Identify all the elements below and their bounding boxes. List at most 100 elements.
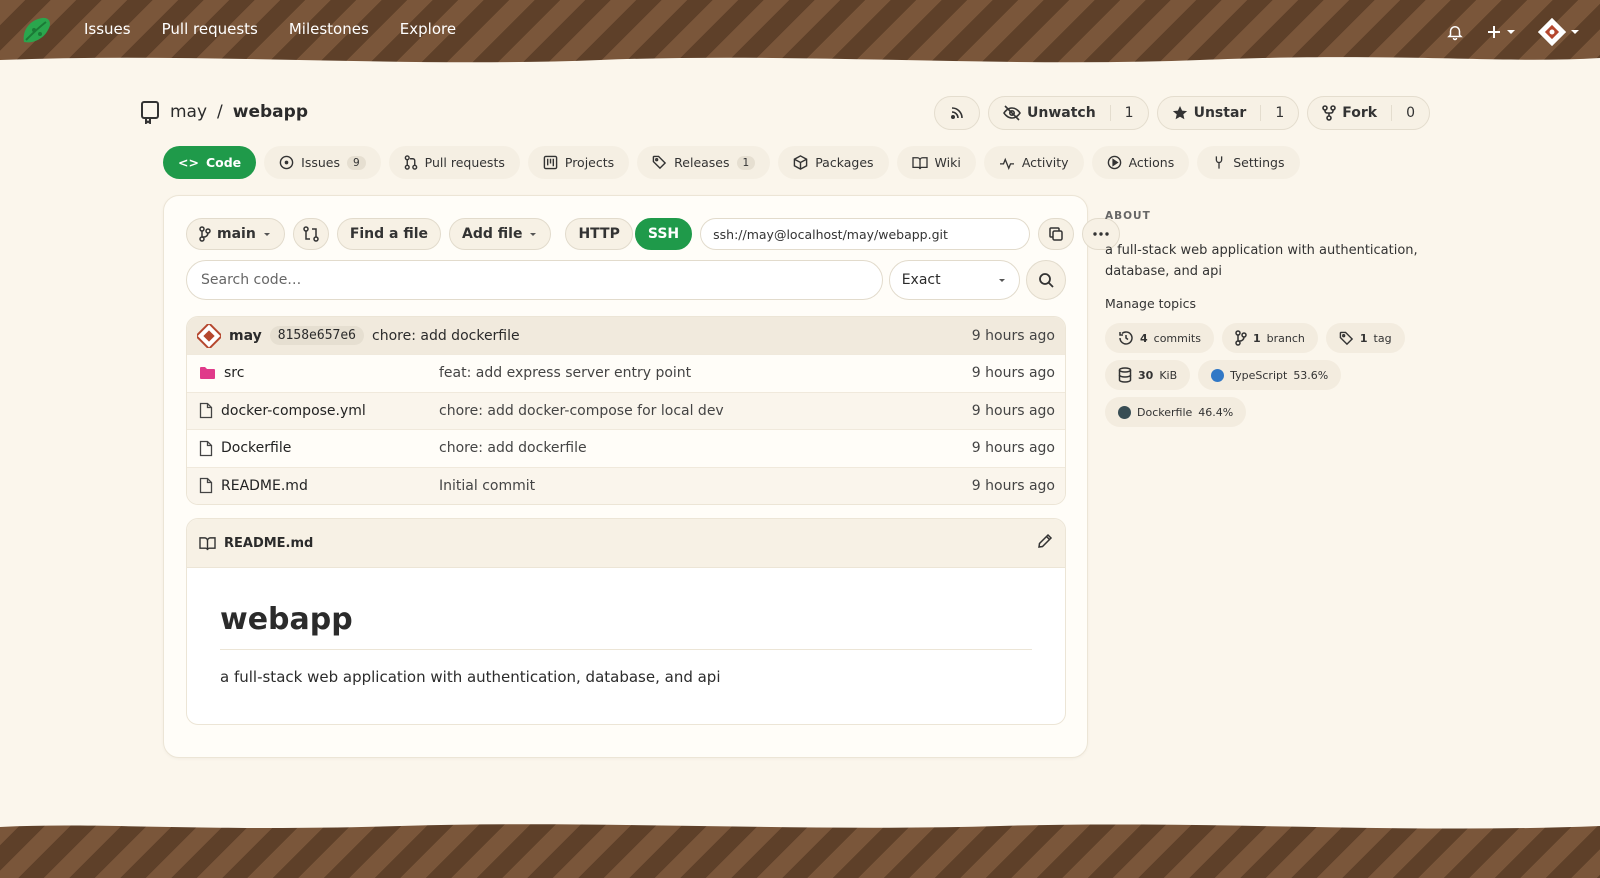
find-file-button[interactable]: Find a file xyxy=(336,218,442,250)
tab-settings[interactable]: Settings xyxy=(1197,146,1300,179)
file-row[interactable]: src feat: add express server entry point… xyxy=(187,354,1065,392)
unstar-button[interactable]: Unstar xyxy=(1158,97,1261,129)
unwatch-button[interactable]: Unwatch xyxy=(989,97,1110,129)
commit-author[interactable]: may xyxy=(229,328,262,344)
edit-readme-button[interactable] xyxy=(1037,533,1053,553)
footer-wave xyxy=(0,818,1600,829)
branch-selector[interactable]: main xyxy=(186,218,285,250)
repo-name-link[interactable]: webapp xyxy=(233,102,308,122)
create-new-menu[interactable] xyxy=(1486,24,1516,40)
file-name[interactable]: src xyxy=(224,365,244,381)
tab-activity[interactable]: Activity xyxy=(983,146,1084,179)
fork-count[interactable]: 0 xyxy=(1391,105,1429,121)
tab-projects-label: Projects xyxy=(564,155,615,170)
branch-icon xyxy=(199,226,211,242)
compare-button[interactable] xyxy=(292,218,329,250)
pull-request-icon xyxy=(404,155,417,170)
pencil-icon xyxy=(1038,533,1053,548)
branch-name: main xyxy=(217,226,256,242)
tab-settings-label: Settings xyxy=(1233,155,1285,170)
size-stat: 30 KiB xyxy=(1105,360,1191,390)
nav-issues[interactable]: Issues xyxy=(84,20,131,38)
size-unit: KiB xyxy=(1159,368,1178,382)
manage-topics-link[interactable]: Manage topics xyxy=(1105,296,1425,311)
repo-icon xyxy=(141,101,159,124)
rss-button[interactable] xyxy=(933,96,980,130)
nav-explore[interactable]: Explore xyxy=(400,20,456,38)
copy-url-button[interactable] xyxy=(1038,218,1075,250)
search-button[interactable] xyxy=(1026,260,1066,300)
file-commit-message[interactable]: Initial commit xyxy=(439,478,972,494)
language-dockerfile[interactable]: Dockerfile 46.4% xyxy=(1105,397,1247,427)
search-mode-select[interactable]: Exact xyxy=(888,260,1021,300)
clone-http-button[interactable]: HTTP xyxy=(565,218,633,250)
readme-filename[interactable]: README.md xyxy=(224,536,313,551)
code-icon: <> xyxy=(178,155,199,170)
fork-button[interactable]: Fork xyxy=(1308,97,1391,129)
book-icon xyxy=(199,536,216,550)
tab-issues[interactable]: Issues 9 xyxy=(264,146,381,179)
language-color-dot xyxy=(1211,368,1225,382)
star-count[interactable]: 1 xyxy=(1260,105,1298,121)
add-file-button[interactable]: Add file xyxy=(449,218,552,250)
commit-message[interactable]: chore: add dockerfile xyxy=(372,328,520,344)
nav-milestones[interactable]: Milestones xyxy=(289,20,369,38)
file-row[interactable]: Dockerfile chore: add dockerfile 9 hours… xyxy=(187,429,1065,467)
compare-icon xyxy=(303,226,319,242)
code-search-input[interactable]: Search code… xyxy=(186,260,883,300)
tab-wiki[interactable]: Wiki xyxy=(896,146,976,179)
repo-stats: 4 commits 1 branch 1 tag 30 KiB TypeScri… xyxy=(1105,323,1425,427)
file-commit-message[interactable]: chore: add docker-compose for local dev xyxy=(439,403,972,419)
tags-stat[interactable]: 1 tag xyxy=(1325,323,1405,353)
watch-count[interactable]: 1 xyxy=(1109,105,1148,121)
notifications-bell-icon[interactable] xyxy=(1446,23,1464,41)
tab-code[interactable]: <> Code xyxy=(163,146,257,179)
file-commit-message[interactable]: chore: add dockerfile xyxy=(439,440,972,456)
commit-sha[interactable]: 8158e657e6 xyxy=(269,326,365,345)
file-icon xyxy=(199,478,213,494)
file-row[interactable]: docker-compose.yml chore: add docker-com… xyxy=(187,391,1065,429)
user-avatar-menu[interactable] xyxy=(1538,18,1580,46)
avatar[interactable] xyxy=(197,323,221,348)
tab-releases[interactable]: Releases 1 xyxy=(637,146,771,179)
language-typescript[interactable]: TypeScript 53.6% xyxy=(1198,360,1342,390)
language-color-dot xyxy=(1118,405,1131,419)
repo-actions: Unwatch 1 Unstar 1 Fork 0 xyxy=(933,96,1430,130)
code-search-row: Search code… Exact xyxy=(186,260,1066,300)
file-name[interactable]: docker-compose.yml xyxy=(221,403,366,419)
readme-header: README.md xyxy=(187,519,1065,568)
branch-label: branch xyxy=(1266,331,1305,345)
avatar xyxy=(1538,18,1566,46)
tab-pull-requests[interactable]: Pull requests xyxy=(388,146,520,179)
branches-stat[interactable]: 1 branch xyxy=(1221,323,1318,353)
repo-sidebar: ABOUT a full-stack web application with … xyxy=(1105,210,1425,427)
file-icon xyxy=(199,440,213,456)
tab-issues-label: Issues xyxy=(301,155,340,170)
nav-pull-requests[interactable]: Pull requests xyxy=(162,20,258,38)
commits-label: commits xyxy=(1153,331,1201,345)
file-name[interactable]: Dockerfile xyxy=(221,440,291,456)
clone-ssh-button[interactable]: SSH xyxy=(634,218,693,250)
database-icon xyxy=(1118,367,1132,383)
star-icon xyxy=(1172,106,1187,120)
package-icon xyxy=(793,155,808,170)
file-row[interactable]: README.md Initial commit 9 hours ago xyxy=(187,466,1065,504)
file-list: may 8158e657e6 chore: add dockerfile 9 h… xyxy=(186,316,1066,505)
file-name[interactable]: README.md xyxy=(221,478,308,494)
tab-packages[interactable]: Packages xyxy=(778,146,889,179)
tab-pull-requests-label: Pull requests xyxy=(424,155,505,170)
repo-separator: / xyxy=(217,102,223,122)
file-commit-message[interactable]: feat: add express server entry point xyxy=(439,365,972,381)
tab-projects[interactable]: Projects xyxy=(527,146,630,179)
repo-header: may / webapp xyxy=(140,100,308,124)
language-name: TypeScript xyxy=(1230,368,1288,382)
commits-stat[interactable]: 4 commits xyxy=(1105,323,1214,353)
gitea-logo-icon[interactable] xyxy=(20,16,54,48)
fork-icon xyxy=(1322,105,1337,121)
clone-url-input[interactable]: ssh://may@localhost/may/webapp.git xyxy=(700,218,1031,250)
readme-heading: webapp xyxy=(220,602,1032,650)
chevron-down-icon xyxy=(1571,30,1579,34)
file-time: 9 hours ago xyxy=(971,440,1055,457)
repo-owner-link[interactable]: may xyxy=(170,102,207,122)
tab-actions[interactable]: Actions xyxy=(1091,146,1190,179)
